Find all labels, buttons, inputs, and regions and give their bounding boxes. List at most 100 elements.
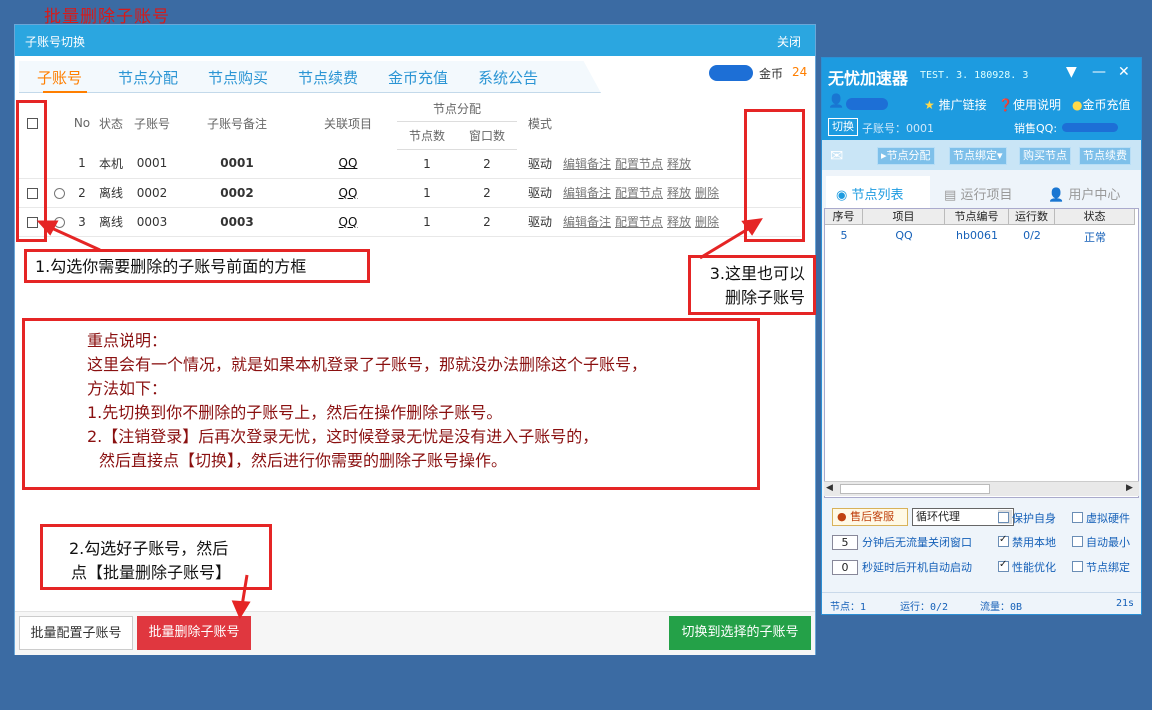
scroll-left-icon[interactable]: ◀	[826, 483, 833, 493]
col-window-count: 窗口数	[457, 121, 517, 150]
row-mode: 驱动	[517, 149, 563, 179]
edit-remark-link[interactable]: 编辑备注	[563, 215, 611, 229]
delete-link[interactable]: 删除	[695, 215, 719, 229]
tab-system-notice[interactable]: 系统公告	[478, 67, 538, 88]
client-user-row: 👤 ★ 推广链接 ❓使用说明 ●金币充值	[822, 90, 1141, 116]
delay-input[interactable]: 0	[832, 560, 858, 575]
status-traffic: 流量：0B	[980, 602, 1023, 613]
col-mode: 模式	[527, 116, 552, 131]
checkbox-highlight-box	[16, 100, 47, 242]
col-seq: 序号	[825, 209, 863, 225]
performance-option[interactable]: 性能优化	[998, 559, 1056, 575]
node-list: 序号 项目 节点编号 运行数 状态 5 QQ hb0061 0/2 正常	[824, 208, 1139, 498]
col-node-alloc: 节点分配	[397, 97, 517, 122]
status-time: 21s	[1116, 598, 1135, 609]
row-status: 本机	[93, 149, 129, 179]
row-radio[interactable]	[53, 216, 65, 228]
minimize-icon[interactable]: —	[1092, 64, 1106, 80]
delete-link[interactable]: 删除	[695, 186, 719, 200]
protect-self-option[interactable]: 保护自身	[998, 510, 1056, 526]
disable-local-option[interactable]: 禁用本地	[998, 534, 1056, 550]
node-seq: 5	[840, 229, 848, 242]
app-name: 无忧加速器	[828, 69, 909, 88]
toolbar-node-binding[interactable]: 节点绑定▾	[949, 147, 1007, 165]
auto-minimize-checkbox[interactable]	[1072, 536, 1083, 547]
scrollbar-thumb[interactable]	[840, 484, 990, 494]
config-node-link[interactable]: 配置节点	[615, 186, 663, 200]
batch-config-button[interactable]: 批量配置子账号	[19, 616, 133, 650]
menu-dropdown-icon[interactable]: ▼	[1066, 64, 1077, 80]
tab-node-renewal[interactable]: 节点续费	[298, 67, 358, 88]
scroll-right-icon[interactable]: ▶	[1126, 483, 1133, 493]
switch-button[interactable]: 切换	[828, 118, 858, 136]
config-node-link[interactable]: 配置节点	[615, 157, 663, 171]
node-binding-option[interactable]: 节点绑定	[1072, 559, 1130, 575]
close-icon[interactable]: ✕	[1118, 64, 1130, 80]
coins-value: 24	[792, 65, 808, 79]
tab-node-allocation[interactable]: 节点分配	[118, 67, 178, 88]
mail-icon[interactable]: ✉	[830, 146, 843, 165]
toolbar-node-allocation[interactable]: ▸节点分配	[877, 147, 935, 165]
row-remark: 0002	[175, 178, 299, 208]
node-state: 正常	[1084, 231, 1106, 244]
node-id: hb0061	[956, 229, 998, 242]
node-binding-checkbox[interactable]	[1072, 561, 1083, 572]
row-window-count: 2	[457, 207, 517, 237]
row-project-link[interactable]: QQ	[339, 186, 358, 200]
protect-self-checkbox[interactable]	[998, 512, 1009, 523]
help-icon: ❓	[998, 98, 1013, 112]
active-tab-underline	[43, 91, 87, 93]
table-row: 3 离线 0003 0003 QQ 1 2 驱动 编辑备注 配置节点 释放 删除	[17, 207, 801, 237]
col-project: 关联项目	[323, 116, 372, 131]
promo-link[interactable]: ★ 推广链接	[924, 96, 987, 113]
row-radio[interactable]	[53, 187, 65, 199]
tab-user-center[interactable]: 👤 用户中心	[1048, 184, 1120, 203]
toolbar-node-renewal[interactable]: 节点续费	[1079, 147, 1131, 165]
col-node-count: 节点数	[397, 121, 457, 150]
dialog-titlebar: 子账号切换 关闭	[15, 25, 815, 56]
node-project: QQ	[895, 229, 913, 242]
release-link[interactable]: 释放	[667, 157, 691, 171]
row-project-link[interactable]: QQ	[339, 156, 358, 170]
coin-icon: ●	[1072, 98, 1083, 112]
auto-minimize-option[interactable]: 自动最小	[1072, 534, 1130, 550]
disable-local-checkbox[interactable]	[998, 534, 1009, 547]
row-node-count: 1	[397, 178, 457, 208]
col-run-count: 运行数	[1009, 209, 1055, 225]
delete-links-highlight-box	[744, 109, 805, 242]
row-project-link[interactable]: QQ	[339, 215, 358, 229]
virtual-hardware-option[interactable]: 虚拟硬件	[1072, 510, 1130, 526]
globe-icon: ◉	[836, 188, 848, 203]
row-mode: 驱动	[517, 207, 563, 237]
toolbar-buy-node[interactable]: 购买节点	[1019, 147, 1071, 165]
recharge-link[interactable]: ●金币充值	[1072, 96, 1131, 113]
batch-delete-button[interactable]: 批量删除子账号	[137, 616, 251, 650]
after-sales-button[interactable]: ● 售后客服	[832, 508, 908, 526]
release-link[interactable]: 释放	[667, 186, 691, 200]
help-link[interactable]: ❓使用说明	[998, 96, 1061, 113]
edit-remark-link[interactable]: 编辑备注	[563, 157, 611, 171]
release-link[interactable]: 释放	[667, 215, 691, 229]
client-window: 无忧加速器 TEST. 3. 180928. 3 ▼ — ✕ 👤 ★ 推广链接 …	[821, 57, 1142, 615]
tab-node-purchase[interactable]: 节点购买	[208, 67, 268, 88]
row-window-count: 2	[457, 178, 517, 208]
tab-running-projects[interactable]: ▤ 运行项目	[944, 184, 1012, 203]
annotation-step1: 1.勾选你需要删除的子账号前面的方框	[24, 249, 370, 283]
dialog-close-button[interactable]: 关闭	[777, 33, 801, 50]
row-status: 离线	[93, 207, 129, 237]
annotation-important: 重点说明： 这里会有一个情况，就是如果本机登录了子账号，那就没办法删除这个子账号…	[22, 318, 760, 490]
virtual-hardware-checkbox[interactable]	[1072, 512, 1083, 523]
minutes-input[interactable]: 5	[832, 535, 858, 550]
current-sub-account: 子账号：0001	[862, 122, 934, 135]
performance-checkbox[interactable]	[998, 559, 1009, 572]
sub-account-table: No 状态 子账号 子账号备注 关联项目 节点分配 模式 节点数 窗口数 1 本…	[17, 97, 801, 237]
tab-node-list[interactable]: ◉ 节点列表	[836, 184, 904, 203]
switch-account-button[interactable]: 切换到选择的子账号	[669, 616, 811, 650]
config-node-link[interactable]: 配置节点	[615, 215, 663, 229]
row-account: 0003	[129, 207, 175, 237]
edit-remark-link[interactable]: 编辑备注	[563, 186, 611, 200]
tab-coin-recharge[interactable]: 金币充值	[388, 67, 448, 88]
tab-sub-account[interactable]: 子账号	[37, 67, 82, 88]
horizontal-scrollbar[interactable]: ◀ ▶	[824, 481, 1139, 496]
col-state: 状态	[1055, 209, 1135, 225]
